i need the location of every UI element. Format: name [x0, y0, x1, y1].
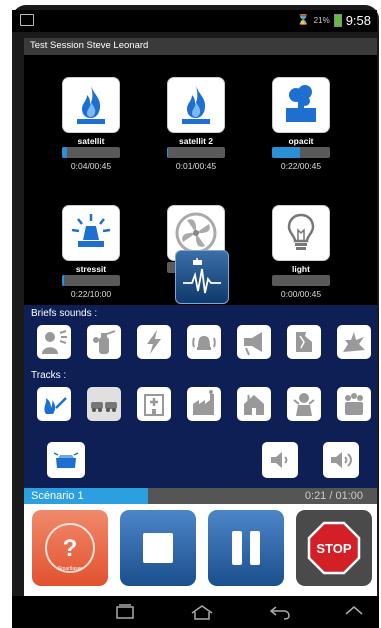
gallery-icon	[20, 14, 34, 26]
volume-up-icon[interactable]	[323, 442, 359, 478]
stop-square-button[interactable]	[120, 510, 196, 586]
fire-hose-icon[interactable]	[37, 387, 71, 421]
tracks-label: Tracks :	[31, 370, 67, 381]
scenario-progress: Scénario 1 0:21 / 01:00	[24, 488, 377, 504]
device-card-satellit-2[interactable]: satellit 2 0:01/00:45	[166, 77, 226, 171]
card-label: satellit 2	[178, 136, 214, 146]
alarm-bell-icon[interactable]	[187, 325, 221, 359]
pause-button[interactable]	[208, 510, 284, 586]
card-label: satellit	[77, 136, 105, 146]
android-nav-bar	[12, 596, 379, 628]
glass-break-icon[interactable]	[287, 325, 321, 359]
clock: 9:58	[345, 13, 371, 28]
svg-text:?: ?	[63, 535, 78, 562]
playback-controls: ? Smartlaser STOP	[24, 504, 377, 596]
status-bar: ⌛ 21% 9:58	[12, 10, 377, 32]
window-title: Test Session Steve Leonard	[24, 38, 377, 55]
chevron-up-icon[interactable]	[344, 604, 364, 616]
recent-apps-icon[interactable]	[114, 604, 136, 620]
factory-icon[interactable]	[187, 387, 221, 421]
stop-icon	[143, 533, 173, 563]
stop-sign-button[interactable]: STOP	[296, 510, 372, 586]
card-time: 0:22/00:45	[280, 161, 322, 171]
person-shout-icon[interactable]	[37, 325, 71, 359]
card-label: opacit	[288, 136, 314, 146]
explosion-icon[interactable]	[337, 325, 371, 359]
progress-bar	[272, 147, 330, 158]
progress-bar	[272, 275, 330, 286]
device-card-light[interactable]: light 0:00/00:45	[271, 205, 331, 299]
alarm-icon: ⌛	[297, 15, 310, 26]
help-brand-text: Smartlaser	[58, 566, 83, 572]
help-button[interactable]: ? Smartlaser	[32, 510, 108, 586]
scenario-name: Scénario 1	[31, 490, 84, 502]
scenario-time: 0:21 / 01:00	[304, 490, 363, 502]
device-card-stressit[interactable]: stressit 0:22/10:00	[61, 205, 121, 299]
stop-sign-label: STOP	[316, 541, 351, 556]
house-fire-icon[interactable]	[237, 387, 271, 421]
hospital-icon[interactable]	[137, 387, 171, 421]
beacon-light-icon[interactable]	[62, 205, 120, 261]
rescue-person-icon[interactable]	[287, 387, 321, 421]
card-label: stressit	[75, 264, 107, 274]
card-time: 0:04/00:45	[70, 161, 112, 171]
extinguisher-icon[interactable]	[87, 325, 121, 359]
light-bulb-icon[interactable]	[272, 205, 330, 261]
battery-percent: 21%	[313, 16, 330, 25]
progress-bar	[62, 275, 120, 286]
pause-icon	[232, 531, 260, 565]
cars-crash-icon[interactable]	[87, 387, 121, 421]
card-time: 0:01/00:45	[175, 161, 217, 171]
waveform-icon[interactable]	[175, 250, 229, 304]
fire-icon[interactable]	[62, 77, 120, 133]
crowd-icon[interactable]	[337, 387, 371, 421]
back-icon[interactable]	[268, 604, 292, 620]
smoke-box-icon[interactable]	[272, 77, 330, 133]
siren-horn-icon[interactable]	[237, 325, 271, 359]
briefs-sounds-label: Briefs sounds :	[31, 308, 98, 319]
volume-down-icon[interactable]	[262, 442, 298, 478]
fire-icon[interactable]	[167, 77, 225, 133]
car-beacon-icon[interactable]	[47, 442, 85, 478]
device-card-satellit[interactable]: satellit 0:04/00:45	[61, 77, 121, 171]
card-label: light	[292, 264, 310, 274]
progress-bar	[167, 147, 225, 158]
battery-icon	[333, 14, 342, 27]
sounds-panel: Briefs sounds : Tracks :	[24, 305, 377, 488]
lightning-icon[interactable]	[137, 325, 171, 359]
card-time: 0:00/00:45	[280, 289, 322, 299]
card-time: 0:22/10:00	[70, 289, 112, 299]
device-card-opacit[interactable]: opacit 0:22/00:45	[271, 77, 331, 171]
home-icon[interactable]	[190, 604, 214, 620]
progress-bar	[62, 147, 120, 158]
